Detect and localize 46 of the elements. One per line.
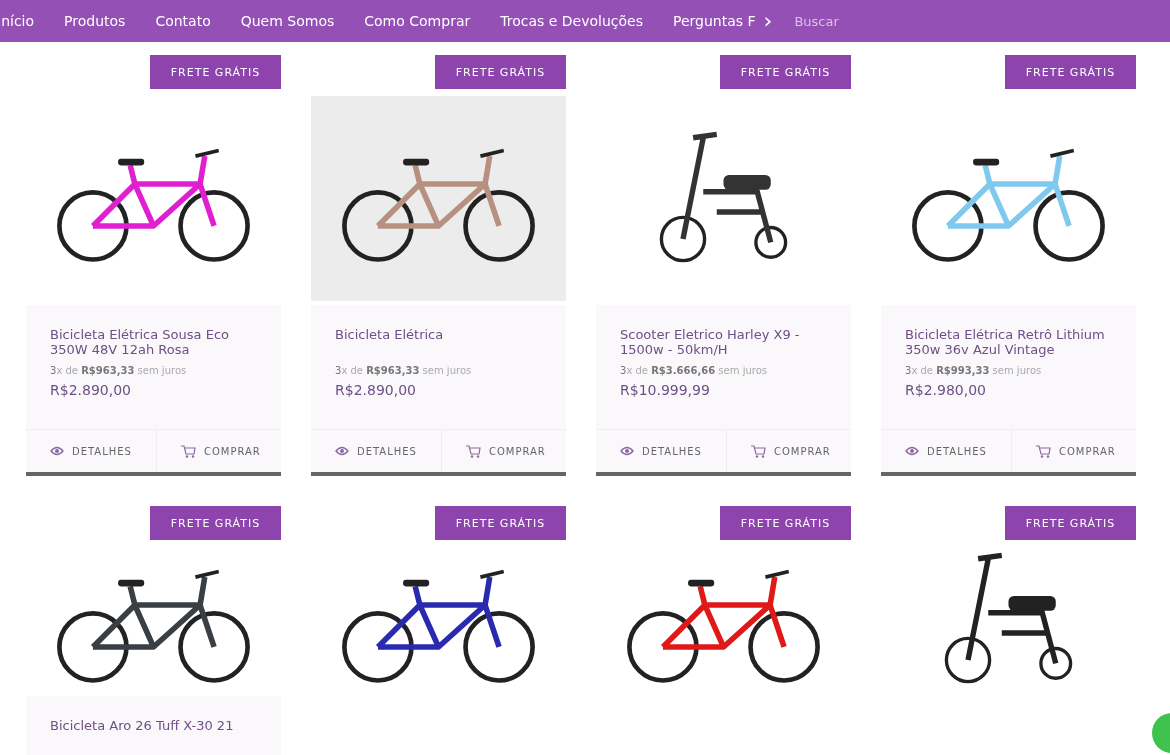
shipping-badge: FRETE GRÁTIS xyxy=(150,506,281,540)
cart-icon xyxy=(180,444,196,458)
shipping-badge: FRETE GRÁTIS xyxy=(1005,55,1136,89)
product-price: R$2.890,00 xyxy=(335,382,417,398)
shipping-badge: FRETE GRÁTIS xyxy=(150,55,281,89)
product-title[interactable]: Bicicleta Aro 26 Tuff X-30 21 xyxy=(50,718,257,750)
nav-link[interactable]: Contato xyxy=(155,13,211,29)
nav-link[interactable]: Início xyxy=(0,13,35,29)
product-price: R$10.999,99 xyxy=(620,382,711,398)
eye-icon xyxy=(620,446,634,456)
installment-text: 3x de R$963,33 sem juros xyxy=(335,365,473,376)
eye-icon xyxy=(50,446,64,456)
details-button[interactable]: DETALHES xyxy=(311,430,441,472)
cart-icon xyxy=(465,444,481,458)
nav-link[interactable]: Quem Somos xyxy=(240,13,335,29)
buy-button[interactable]: COMPRAR xyxy=(725,430,855,472)
buy-button[interactable]: COMPRAR xyxy=(1010,430,1140,472)
nav-link[interactable]: Perguntas F xyxy=(673,13,756,29)
shipping-badge: FRETE GRÁTIS xyxy=(1005,506,1136,540)
nav-link[interactable]: Como Comprar xyxy=(364,13,471,29)
installment-text: 3x de R$963,33 sem juros xyxy=(50,365,188,376)
details-button[interactable]: DETALHES xyxy=(26,430,156,472)
eye-icon xyxy=(335,446,349,456)
buy-button[interactable]: COMPRAR xyxy=(155,430,285,472)
product-price: R$2.980,00 xyxy=(905,382,987,398)
cart-icon xyxy=(750,444,766,458)
cart-icon xyxy=(1035,444,1051,458)
installment-text: 3x de R$993,33 sem juros xyxy=(905,365,1043,376)
nav-link[interactable]: Produtos xyxy=(64,13,126,29)
search-field[interactable]: Buscar xyxy=(792,12,1160,30)
installment-text: 3x de R$3.666,66 sem juros xyxy=(620,365,768,376)
nav-link[interactable]: Trocas e Devoluções xyxy=(500,13,643,29)
shipping-badge: FRETE GRÁTIS xyxy=(435,506,566,540)
buy-button[interactable]: COMPRAR xyxy=(440,430,570,472)
product-price: R$2.890,00 xyxy=(50,382,132,398)
product-title[interactable]: Bicicleta Elétrica xyxy=(335,327,542,359)
details-button[interactable]: DETALHES xyxy=(881,430,1011,472)
details-button[interactable]: DETALHES xyxy=(596,430,726,472)
chevron-right-icon[interactable]: › xyxy=(763,10,773,32)
shipping-badge: FRETE GRÁTIS xyxy=(720,506,851,540)
product-title[interactable]: Bicicleta Elétrica Sousa Eco 350W 48V 12ah Rosa xyxy=(50,327,257,359)
shipping-badge: FRETE GRÁTIS xyxy=(720,55,851,89)
shipping-badge: FRETE GRÁTIS xyxy=(435,55,566,89)
product-title[interactable]: Scooter Eletrico Harley X9 - 1500w - 50km/H xyxy=(620,327,827,359)
product-title[interactable]: Bicicleta Elétrica Retrô Lithium 350w 36v Azul Vintage xyxy=(905,327,1112,359)
eye-icon xyxy=(905,446,919,456)
